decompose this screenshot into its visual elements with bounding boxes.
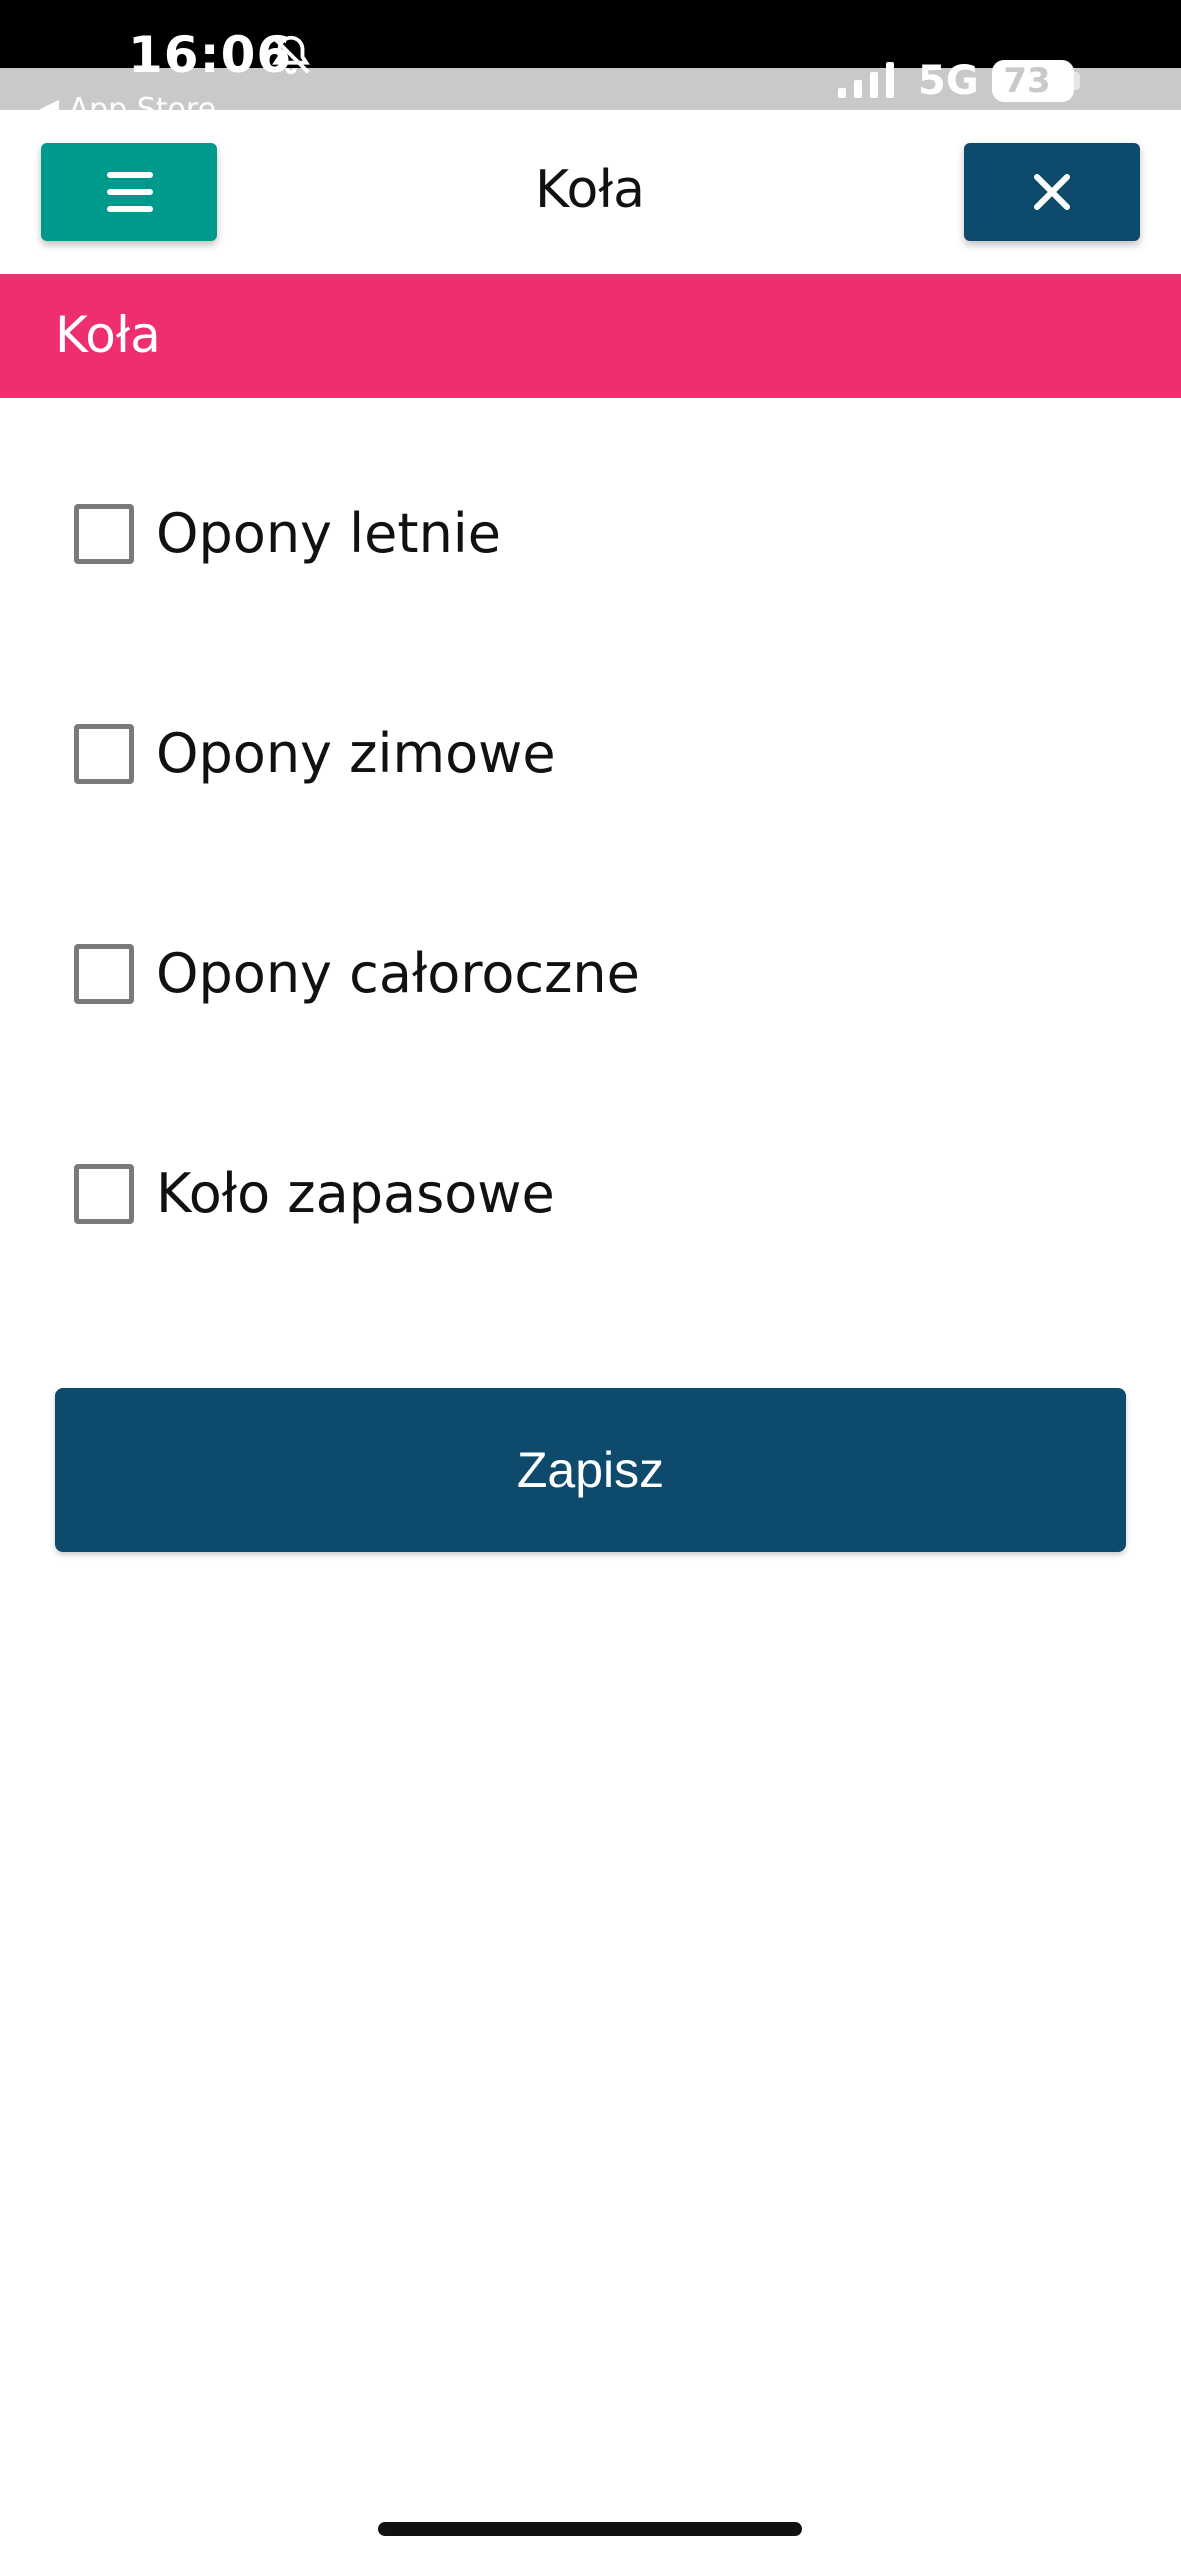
app-header: Koła [0, 110, 1181, 274]
menu-button[interactable] [41, 143, 217, 241]
save-button-label: Zapisz [516, 1442, 665, 1498]
checkbox-option-summer-tires[interactable]: Opony letnie [72, 494, 1072, 574]
close-icon [1034, 174, 1070, 210]
checkbox-option-all-season-tires[interactable]: Opony całoroczne [72, 934, 1072, 1014]
close-button[interactable] [964, 143, 1140, 241]
save-button[interactable]: Zapisz [55, 1388, 1126, 1552]
bell-slash-icon [268, 32, 314, 78]
page-title: Koła [535, 160, 645, 220]
screen: 16:06 ◀ App Store 5G 73 Koła Koła Opony … [0, 0, 1181, 2560]
battery-level: 73 [1003, 61, 1051, 101]
checkbox[interactable] [74, 504, 134, 564]
checkbox[interactable] [74, 1164, 134, 1224]
battery-tip [1074, 72, 1080, 90]
back-to-app-store-link[interactable]: ◀ App Store [36, 90, 216, 110]
checkbox[interactable] [74, 944, 134, 1004]
checkbox-option-spare-wheel[interactable]: Koło zapasowe [72, 1154, 1072, 1234]
checkbox-label: Opony letnie [156, 502, 502, 565]
checkbox-label: Opony całoroczne [156, 942, 640, 1005]
signal-bars-icon [836, 60, 900, 100]
checkbox-label: Koło zapasowe [156, 1162, 555, 1225]
checkbox[interactable] [74, 724, 134, 784]
checkbox-label: Opony zimowe [156, 722, 556, 785]
section-banner: Koła [0, 274, 1181, 398]
checkbox-option-winter-tires[interactable]: Opony zimowe [72, 714, 1072, 794]
home-indicator[interactable] [378, 2522, 802, 2536]
status-bar: 16:06 ◀ App Store 5G 73 [0, 0, 1181, 110]
section-title: Koła [55, 306, 161, 364]
battery-icon: 73 [992, 60, 1074, 102]
network-type: 5G [918, 58, 979, 104]
